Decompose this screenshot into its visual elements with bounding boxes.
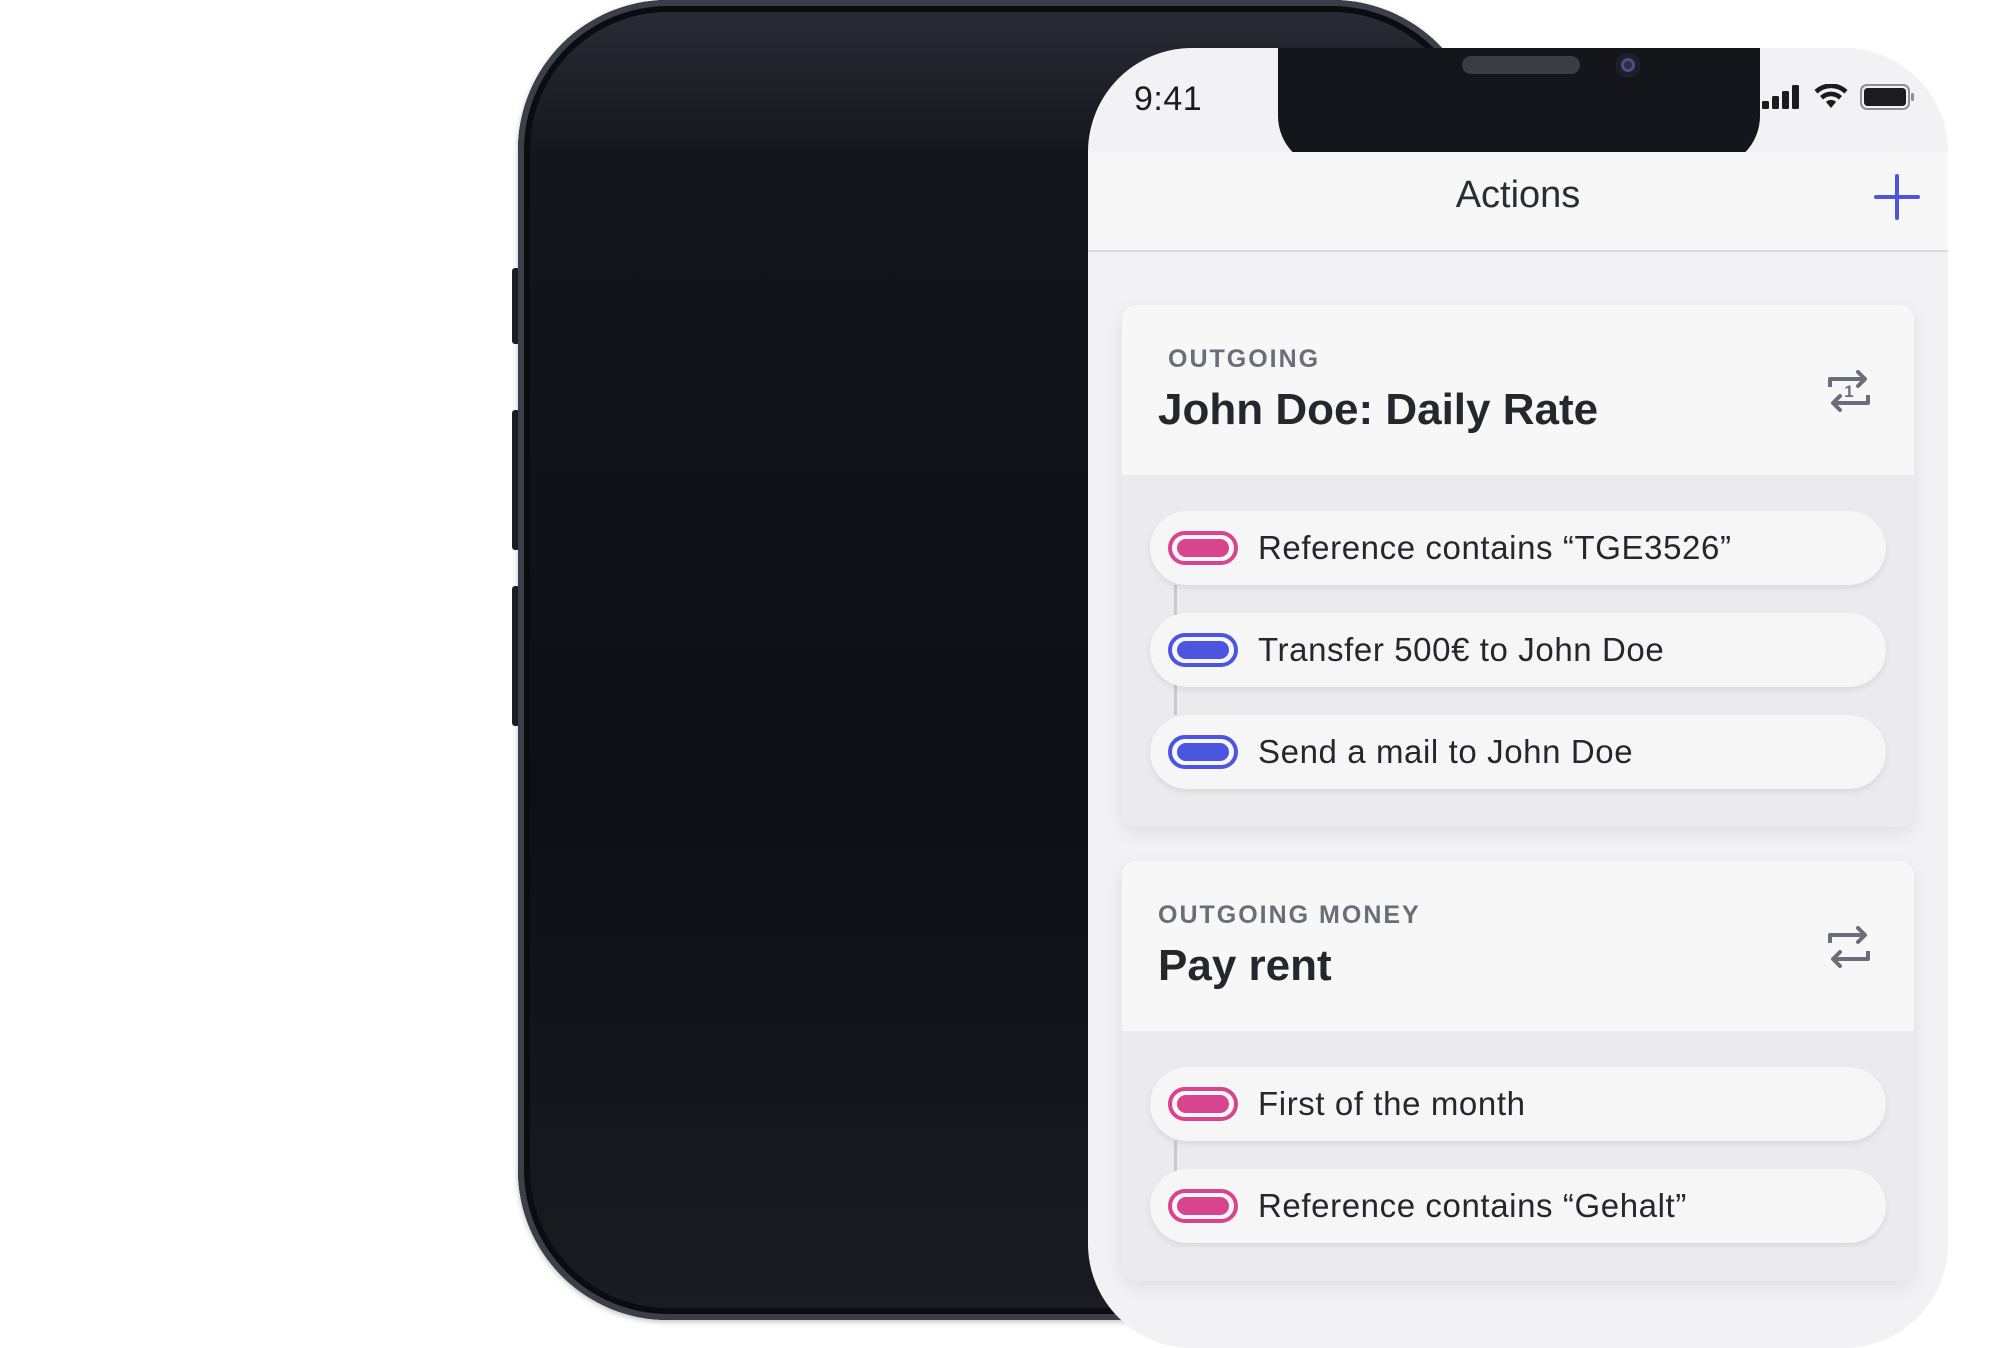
trigger-pill-icon	[1168, 531, 1238, 565]
battery-icon	[1860, 84, 1914, 110]
card-steps: Reference contains “TGE3526” Transfer 50…	[1122, 475, 1914, 827]
add-icon[interactable]	[1872, 172, 1922, 222]
repeat-once-icon[interactable]: 1	[1822, 367, 1876, 415]
card-header: OUTGOING John Doe: Daily Rate 1	[1122, 305, 1914, 475]
trigger-pill-icon	[1168, 1189, 1238, 1223]
card-header: OUTGOING MONEY Pay rent	[1122, 861, 1914, 1031]
step-trigger[interactable]: Reference contains “Gehalt”	[1150, 1169, 1886, 1243]
action-pill-icon	[1168, 735, 1238, 769]
action-pill-icon	[1168, 633, 1238, 667]
card-category: OUTGOING	[1168, 345, 1321, 373]
svg-text:1: 1	[1844, 382, 1853, 401]
front-camera	[1616, 53, 1640, 77]
card-title: Pay rent	[1158, 941, 1332, 990]
step-label: Reference contains “TGE3526”	[1258, 529, 1732, 566]
step-trigger[interactable]: Reference contains “TGE3526”	[1150, 511, 1886, 585]
status-time: 9:41	[1134, 80, 1203, 118]
card-steps: First of the month Reference contains “G…	[1122, 1031, 1914, 1281]
action-card[interactable]: OUTGOING John Doe: Daily Rate 1 Referenc…	[1122, 305, 1914, 827]
signal-icon	[1762, 85, 1799, 109]
trigger-pill-icon	[1168, 1087, 1238, 1121]
step-trigger[interactable]: First of the month	[1150, 1067, 1886, 1141]
step-action[interactable]: Transfer 500€ to John Doe	[1150, 613, 1886, 687]
step-label: First of the month	[1258, 1085, 1526, 1122]
wifi-icon	[1814, 84, 1848, 108]
card-title: John Doe: Daily Rate	[1158, 385, 1599, 434]
status-icons	[1762, 84, 1916, 110]
step-action[interactable]: Send a mail to John Doe	[1150, 715, 1886, 789]
card-category: OUTGOING MONEY	[1158, 901, 1421, 929]
step-label: Reference contains “Gehalt”	[1258, 1187, 1687, 1224]
repeat-icon[interactable]	[1822, 923, 1876, 971]
navigation-bar: Actions	[1088, 152, 1948, 252]
phone-frame: 9:41 Actions OUTGOING John Doe: Daily Ra…	[518, 0, 1948, 1348]
notch	[1278, 48, 1760, 168]
screen: 9:41 Actions OUTGOING John Doe: Daily Ra…	[1088, 48, 1948, 1348]
page-title: Actions	[1455, 174, 1581, 216]
step-label: Send a mail to John Doe	[1258, 733, 1634, 770]
step-label: Transfer 500€ to John Doe	[1258, 631, 1665, 668]
speaker-grille	[1462, 56, 1580, 74]
action-card[interactable]: OUTGOING MONEY Pay rent First of the mon…	[1122, 861, 1914, 1281]
